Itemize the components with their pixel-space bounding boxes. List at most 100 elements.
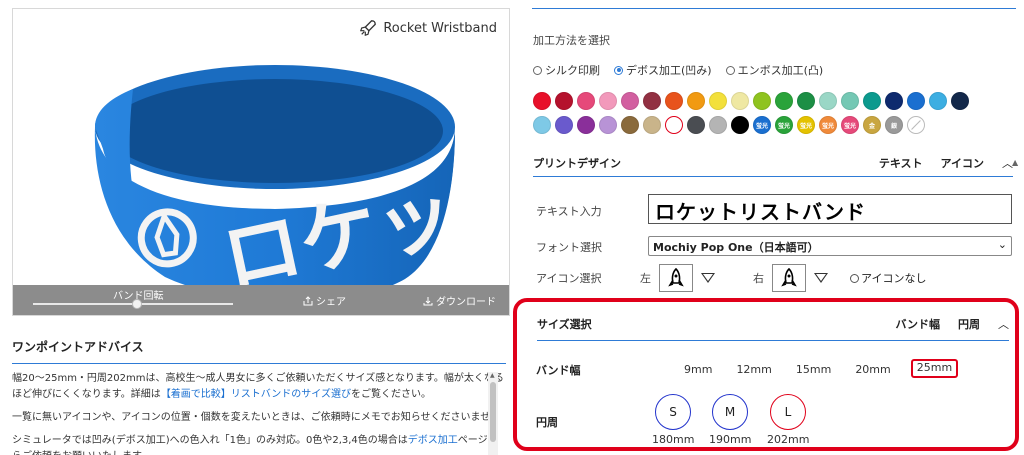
color-swatch[interactable] <box>555 116 573 134</box>
color-swatch[interactable] <box>665 92 683 110</box>
no-icon-label: アイコンなし <box>861 272 927 285</box>
circumference-option[interactable]: M <box>712 394 748 430</box>
color-swatch[interactable] <box>599 92 617 110</box>
tab-band-width[interactable]: バンド幅 <box>895 316 940 332</box>
panel-scrollbar[interactable]: ▲ <box>1012 150 1022 310</box>
scroll-thumb[interactable] <box>490 382 496 442</box>
color-swatch[interactable] <box>533 116 551 134</box>
icon-select-row: アイコン選択 左 右 アイコンなし <box>536 264 926 292</box>
color-swatch[interactable] <box>621 116 639 134</box>
color-swatch[interactable] <box>665 116 683 134</box>
color-swatch[interactable] <box>687 116 705 134</box>
swatch-label: 蛍光 <box>777 122 790 130</box>
rotate-slider-knob[interactable] <box>132 299 142 309</box>
color-swatch[interactable] <box>621 92 639 110</box>
color-swatch[interactable] <box>929 92 947 110</box>
swatch-label: 蛍光 <box>799 122 812 130</box>
color-swatch[interactable] <box>555 92 573 110</box>
color-swatch[interactable] <box>775 92 793 110</box>
tab-icon[interactable]: アイコン <box>941 155 984 171</box>
color-swatch[interactable] <box>599 116 617 134</box>
band-width-option[interactable]: 12mm <box>732 361 775 378</box>
advice-scrollbar[interactable]: ▲ <box>488 372 498 455</box>
left-icon-dropdown-icon[interactable] <box>701 273 715 283</box>
tab-circumference[interactable]: 円周 <box>958 316 980 332</box>
font-select[interactable]: Mochiy Pop One（日本語可） ⌄ <box>648 236 1012 256</box>
color-swatch[interactable] <box>687 92 705 110</box>
print-design-title: プリントデザイン <box>533 157 621 170</box>
preview-toolbar: バンド回転 シェア ダウンロード <box>13 285 509 315</box>
font-select-value: Mochiy Pop One（日本語可） <box>653 241 819 254</box>
processing-option[interactable]: デボス加工(凹み) <box>614 62 712 78</box>
size-guide-link[interactable]: 【着画で比較】リストバンドのサイズ選び <box>161 389 351 400</box>
tab-text[interactable]: テキスト <box>879 155 923 171</box>
chevron-up-icon[interactable]: ︿ <box>998 316 1009 332</box>
color-swatch[interactable] <box>643 92 661 110</box>
band-width-option[interactable]: 9mm <box>680 361 716 378</box>
circumference-label: 円周 <box>536 416 558 429</box>
advice-section: ワンポイントアドバイス 幅20〜25mm・円周202mmは、高校生〜成人男女に多… <box>12 338 506 455</box>
deboss-link[interactable]: デボス加工 <box>408 435 458 446</box>
circumference-mm-label: 180mm <box>652 433 695 446</box>
advice-paragraph-1: 幅20〜25mm・円周202mmは、高校生〜成人男女に多くご依頼いただくサイズ感… <box>12 371 506 403</box>
advice-paragraph-3: シミュレータでは凹み(デボス加工)への色入れ「1色」のみ対応。0色や2,3,4色… <box>12 433 506 455</box>
color-swatch[interactable] <box>885 92 903 110</box>
color-swatch[interactable] <box>951 92 969 110</box>
left-icon-picker[interactable] <box>659 264 693 292</box>
processing-option-label: デボス加工(凹み) <box>626 64 712 77</box>
no-icon-option[interactable]: アイコンなし <box>850 270 926 286</box>
color-swatch[interactable] <box>731 92 749 110</box>
swatch-label: 金 <box>868 122 875 130</box>
advice-title: ワンポイントアドバイス <box>12 338 506 364</box>
wristband-render[interactable]: ロケッ <box>13 9 510 316</box>
circumference-option[interactable]: S <box>655 394 691 430</box>
chevron-down-icon: ⌄ <box>997 238 1007 251</box>
color-swatch[interactable] <box>731 116 749 134</box>
color-swatch[interactable] <box>841 92 859 110</box>
advice-paragraph-2: 一覧に無いアイコンや、アイコンの位置・個数を変えたいときは、ご依頼時にメモでお知… <box>12 412 501 423</box>
rocket-icon <box>360 20 377 37</box>
no-color-swatch[interactable] <box>907 116 925 134</box>
radio-icon <box>614 65 623 75</box>
color-swatch[interactable]: 蛍光 <box>775 116 793 134</box>
processing-option[interactable]: エンボス加工(凸) <box>725 62 823 78</box>
size-title: サイズ選択 <box>537 318 592 331</box>
color-swatch[interactable] <box>819 92 837 110</box>
band-width-option[interactable]: 20mm <box>851 361 894 378</box>
radio-icon <box>533 65 542 75</box>
rotate-slider[interactable] <box>33 299 233 309</box>
color-swatch[interactable]: 蛍光 <box>753 116 771 134</box>
circumference-option[interactable]: L <box>770 394 806 430</box>
color-swatch[interactable]: 蛍光 <box>797 116 815 134</box>
right-icon-dropdown-icon[interactable] <box>814 273 828 283</box>
download-button[interactable]: ダウンロード <box>423 293 496 308</box>
band-width-option[interactable]: 15mm <box>792 361 835 378</box>
share-button[interactable]: シェア <box>303 293 346 308</box>
color-swatch[interactable] <box>709 92 727 110</box>
color-swatch[interactable] <box>533 92 551 110</box>
processing-option[interactable]: シルク印刷 <box>533 62 600 78</box>
color-swatch[interactable] <box>863 92 881 110</box>
color-swatch[interactable]: 金 <box>863 116 881 134</box>
right-icon-picker[interactable] <box>772 264 806 292</box>
color-swatch[interactable] <box>577 92 595 110</box>
advice-text: シミュレータでは凹み(デボス加工)への色入れ「1色」のみ対応。0色や2,3,4色… <box>12 435 408 446</box>
color-swatch[interactable]: 蛍光 <box>819 116 837 134</box>
color-swatch[interactable] <box>753 92 771 110</box>
text-input-field[interactable]: ロケットリストバンド <box>648 194 1012 224</box>
download-label: ダウンロード <box>436 297 496 308</box>
band-preview[interactable]: ロケッ Rocket Wristband バンド回転 シェア ダウンロード <box>12 8 510 316</box>
scroll-up-icon[interactable]: ▲ <box>490 372 495 379</box>
color-swatch[interactable] <box>709 116 727 134</box>
color-swatch[interactable]: 銀 <box>885 116 903 134</box>
color-swatch[interactable] <box>797 92 815 110</box>
processing-option-label: シルク印刷 <box>545 64 600 77</box>
color-swatch[interactable] <box>577 116 595 134</box>
scroll-up-icon[interactable]: ▲ <box>1012 158 1018 167</box>
color-swatch[interactable]: 蛍光 <box>841 116 859 134</box>
color-swatch[interactable] <box>907 92 925 110</box>
swatch-label: 蛍光 <box>843 122 856 130</box>
color-swatch[interactable] <box>643 116 661 134</box>
band-width-option[interactable]: 25mm <box>910 359 959 378</box>
circumference-mm-label: 190mm <box>709 433 752 446</box>
